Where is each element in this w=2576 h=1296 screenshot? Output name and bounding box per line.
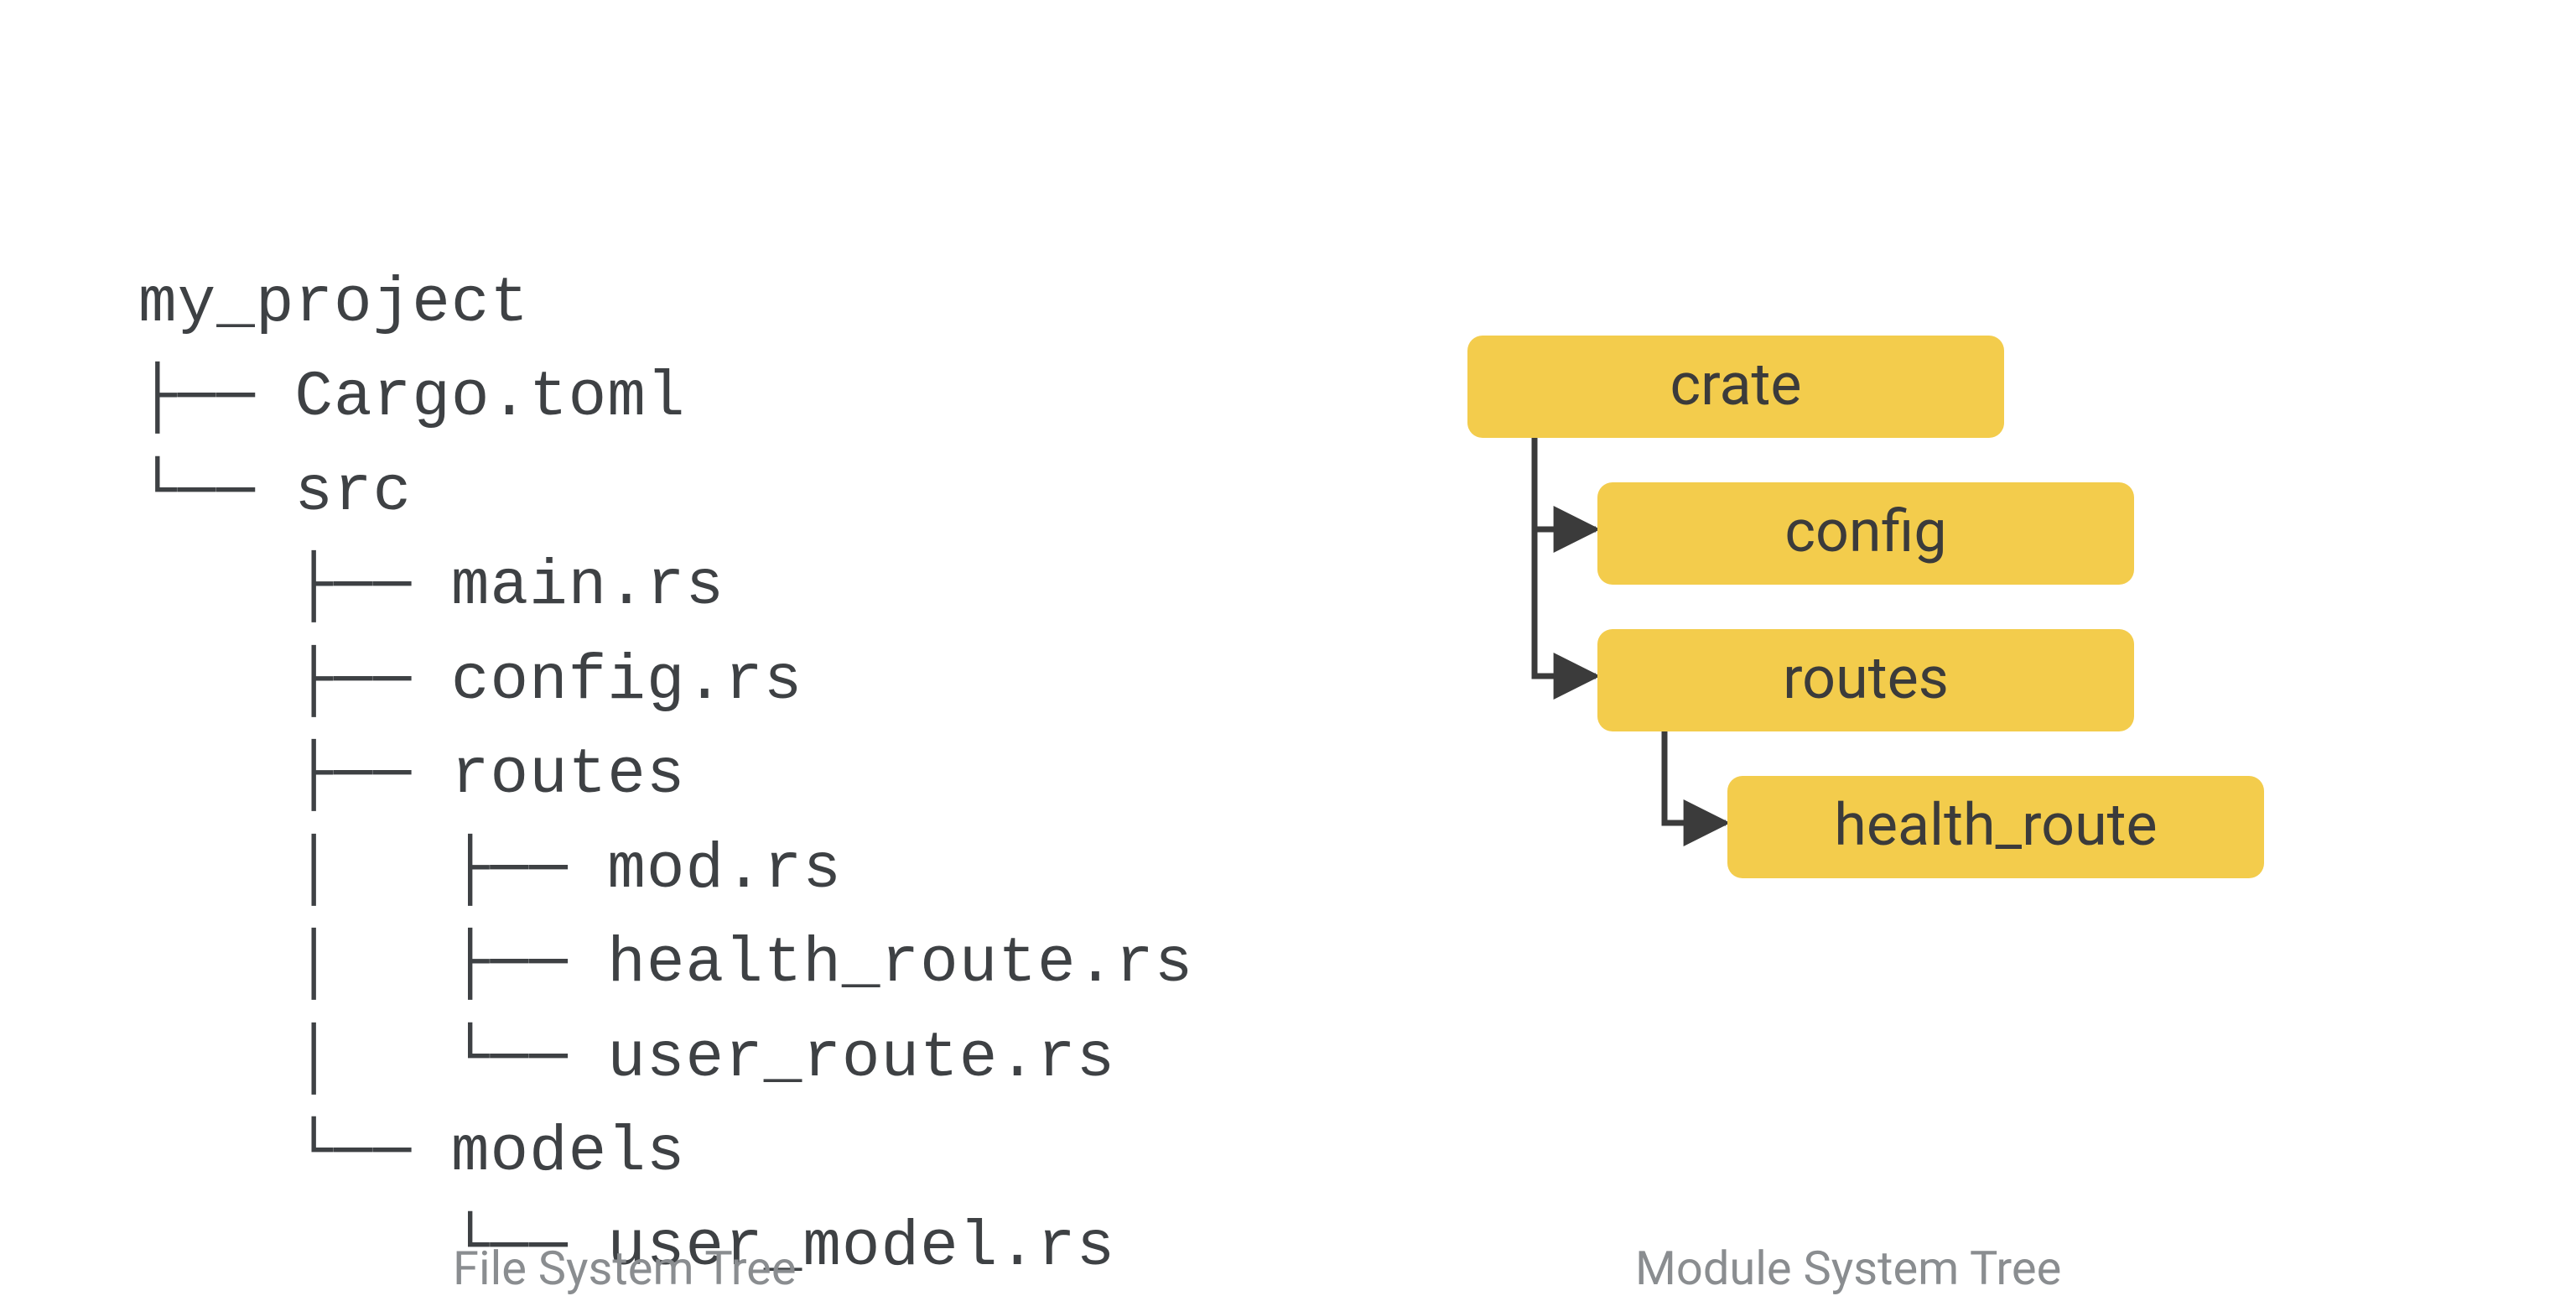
diagram-canvas: my_project ├── Cargo.toml └── src ├── ma… [0,0,2576,1288]
module-node-health_route: health_route [1727,776,2264,878]
module-system-tree: crate config routes health_route [1467,336,2432,1007]
module-node-crate: crate [1467,336,2004,438]
module-node-config: config [1597,482,2134,585]
file-system-caption: File System Tree [453,1241,797,1296]
module-edge-crate-routes [1535,429,1596,676]
module-edge-crate-config [1535,429,1596,529]
module-edge-routes-health_route [1665,723,1726,823]
module-node-routes: routes [1597,629,2134,731]
module-system-caption: Module System Tree [1635,1241,2061,1296]
file-system-tree: my_project ├── Cargo.toml └── src ├── ma… [138,257,1193,1294]
